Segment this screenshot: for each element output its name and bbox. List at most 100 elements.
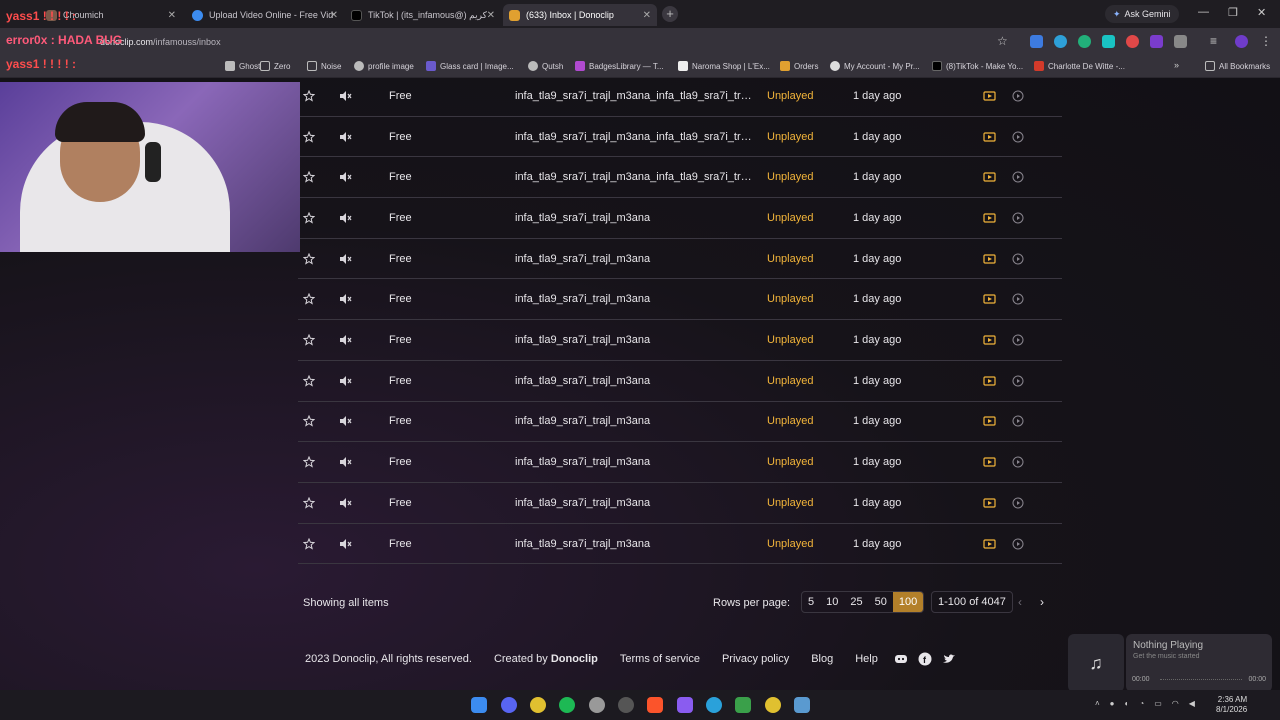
maximize-icon[interactable]: ❐: [1228, 6, 1238, 19]
rows-option-50[interactable]: 50: [869, 592, 893, 612]
play-icon[interactable]: [1012, 497, 1024, 509]
muted-speaker-icon[interactable]: [339, 293, 353, 305]
bookmark-all[interactable]: All Bookmarks: [1205, 61, 1270, 71]
muted-speaker-icon[interactable]: [339, 171, 353, 183]
discord-app-icon[interactable]: [501, 697, 517, 713]
app-icon[interactable]: [735, 697, 751, 713]
muted-speaker-icon[interactable]: [339, 375, 353, 387]
bookmark-profile-image[interactable]: profile image: [354, 61, 414, 71]
video-clip-icon[interactable]: [983, 456, 997, 468]
table-row[interactable]: Free infa_tla9_sra7i_trajl_m3ana Unplayed 1…: [298, 442, 1062, 483]
system-clock[interactable]: 2:36 AM 8/1/2026: [1216, 695, 1247, 715]
table-row[interactable]: Free infa_tla9_sra7i_trajl_m3ana Unplayed 1…: [298, 320, 1062, 361]
privacy-link[interactable]: Privacy policy: [722, 653, 789, 665]
brand-link[interactable]: Donoclip: [551, 653, 598, 665]
tray-icon[interactable]: ●: [1110, 699, 1115, 708]
menu-icon[interactable]: ⋮: [1260, 34, 1272, 48]
play-icon[interactable]: [1012, 375, 1024, 387]
table-row[interactable]: Free infa_tla9_sra7i_trajl_m3ana Unplayed 1…: [298, 361, 1062, 402]
play-icon[interactable]: [1012, 456, 1024, 468]
rows-option-5[interactable]: 5: [802, 592, 820, 612]
star-icon[interactable]: [302, 170, 316, 183]
extension-icon[interactable]: [1054, 35, 1067, 48]
muted-speaker-icon[interactable]: [339, 415, 353, 427]
video-clip-icon[interactable]: [983, 131, 997, 143]
music-note-icon[interactable]: ♫: [1068, 634, 1124, 692]
extension-icon[interactable]: [1078, 35, 1091, 48]
video-clip-icon[interactable]: [983, 253, 997, 265]
telegram-app-icon[interactable]: [706, 697, 722, 713]
ask-gemini-button[interactable]: ✦ Ask Gemini: [1105, 5, 1179, 23]
obs-app-icon[interactable]: [589, 697, 605, 713]
wifi-icon[interactable]: ◠: [1172, 699, 1179, 708]
muted-speaker-icon[interactable]: [339, 131, 353, 143]
tray-icon[interactable]: ◔: [1139, 699, 1144, 708]
app-icon[interactable]: [618, 697, 634, 713]
star-icon[interactable]: [302, 130, 316, 143]
video-clip-icon[interactable]: [983, 90, 997, 102]
extension-icon[interactable]: [1102, 35, 1115, 48]
video-clip-icon[interactable]: [983, 334, 997, 346]
facebook-icon[interactable]: f: [918, 652, 932, 666]
close-icon[interactable]: ✕: [487, 10, 495, 21]
play-icon[interactable]: [1012, 334, 1024, 346]
blog-link[interactable]: Blog: [811, 653, 833, 665]
rows-option-25[interactable]: 25: [844, 592, 868, 612]
table-row[interactable]: Free infa_tla9_sra7i_trajl_m3ana Unplayed 1…: [298, 483, 1062, 524]
star-icon[interactable]: [302, 537, 316, 550]
discord-icon[interactable]: [894, 652, 908, 666]
muted-speaker-icon[interactable]: [339, 253, 353, 265]
table-row[interactable]: Free infa_tla9_sra7i_trajl_m3ana Unplayed 1…: [298, 239, 1062, 280]
play-icon[interactable]: [1012, 415, 1024, 427]
table-row[interactable]: Free infa_tla9_sra7i_trajl_m3ana Unplayed 1…: [298, 402, 1062, 443]
star-icon[interactable]: [302, 496, 316, 509]
star-icon[interactable]: [302, 455, 316, 468]
help-link[interactable]: Help: [855, 653, 878, 665]
star-icon[interactable]: [302, 89, 316, 102]
volume-icon[interactable]: ◀: [1189, 699, 1195, 708]
play-icon[interactable]: [1012, 253, 1024, 265]
rows-option-100[interactable]: 100: [892, 592, 924, 612]
play-icon[interactable]: [1012, 171, 1024, 183]
avatar[interactable]: [1235, 35, 1248, 48]
video-clip-icon[interactable]: [983, 293, 997, 305]
star-icon[interactable]: [302, 415, 316, 428]
play-icon[interactable]: [1012, 131, 1024, 143]
table-row[interactable]: Free infa_tla9_sra7i_trajl_m3ana Unplayed 1…: [298, 198, 1062, 239]
bookmark-glass-card[interactable]: Glass card | Image...: [426, 61, 514, 71]
new-tab-button[interactable]: +: [662, 6, 678, 22]
star-icon[interactable]: [302, 374, 316, 387]
play-icon[interactable]: [1012, 293, 1024, 305]
table-row[interactable]: Free infa_tla9_sra7i_trajl_m3ana Unplayed 1…: [298, 280, 1062, 321]
play-icon[interactable]: [1012, 538, 1024, 550]
star-icon[interactable]: [302, 252, 316, 265]
tray-icon[interactable]: ▭: [1154, 699, 1162, 708]
bookmark-my-account[interactable]: My Account - My Pr...: [830, 61, 920, 71]
star-icon[interactable]: [302, 211, 316, 224]
chevron-right-icon[interactable]: ›: [1040, 595, 1044, 609]
bookmark-qutsh[interactable]: Qutsh: [528, 61, 563, 71]
chrome-app-icon[interactable]: [530, 697, 546, 713]
tab-upload-video[interactable]: Upload Video Online - Free Vid ✕: [186, 4, 344, 26]
app-icon[interactable]: [794, 697, 810, 713]
brave-app-icon[interactable]: [647, 697, 663, 713]
bookmark-charlotte[interactable]: Charlotte De Witte -...: [1034, 61, 1125, 71]
table-row[interactable]: Free infa_tla9_sra7i_trajl_m3ana Unplayed 1…: [298, 524, 1062, 565]
bookmark-badges-library[interactable]: BadgesLibrary — T...: [575, 61, 664, 71]
muted-speaker-icon[interactable]: [339, 334, 353, 346]
video-clip-icon[interactable]: [983, 212, 997, 224]
tray-icon[interactable]: ◐: [1125, 699, 1130, 708]
progress-bar[interactable]: [1160, 679, 1242, 682]
star-icon[interactable]: [302, 333, 316, 346]
table-row[interactable]: Free infa_tla9_sra7i_trajl_m3ana_infa_tla…: [298, 117, 1062, 158]
bookmark-tiktok[interactable]: (8)TikTok - Make Yo...: [932, 61, 1023, 71]
close-icon[interactable]: ✕: [643, 10, 651, 21]
muted-speaker-icon[interactable]: [339, 212, 353, 224]
bookmark-zero[interactable]: Zero: [260, 61, 290, 71]
reading-list-icon[interactable]: ≡: [1210, 34, 1217, 48]
spotify-app-icon[interactable]: [559, 697, 575, 713]
video-clip-icon[interactable]: [983, 538, 997, 550]
twitter-icon[interactable]: [942, 652, 956, 666]
close-window-icon[interactable]: ✕: [1257, 6, 1266, 19]
windows-start-icon[interactable]: [471, 697, 487, 713]
